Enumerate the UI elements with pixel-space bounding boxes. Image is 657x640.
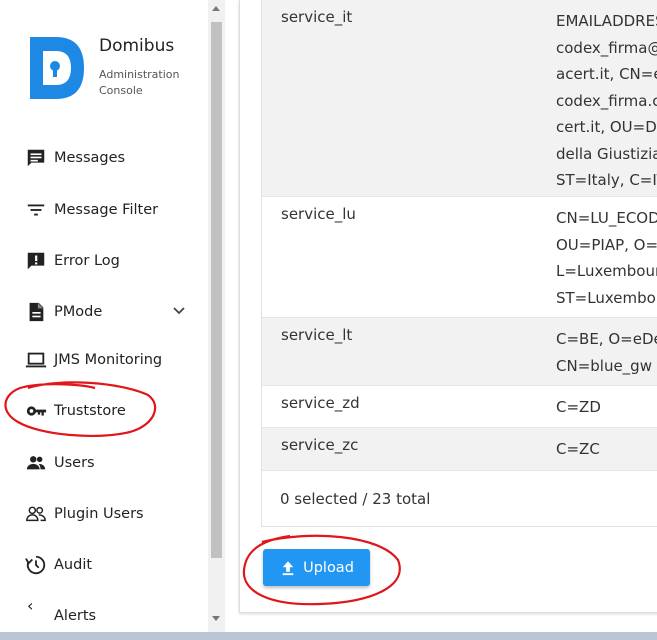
scrollbar-thumb[interactable] [211, 22, 222, 558]
laptop-icon [24, 348, 48, 372]
table-row[interactable]: service_lu CN=LU_ECOD OU=PIAP, O=C L=Lux… [262, 197, 657, 318]
subject-cell: CN=LU_ECOD OU=PIAP, O=C L=Luxembour ST=L… [556, 209, 657, 307]
sidebar-item-alerts[interactable]: Alerts [24, 601, 199, 631]
background-strip [0, 632, 657, 640]
subject-cell: C=ZD [556, 398, 601, 416]
alert-icon [24, 249, 48, 273]
subject-cell: C=BE, O=eDel CN=blue_gw [556, 330, 657, 375]
sidebar-item-error-log[interactable]: Error Log [24, 246, 199, 276]
subject-cell: C=ZC [556, 440, 600, 458]
scroll-down-arrow-icon[interactable] [212, 616, 220, 621]
app-name: Domibus [99, 36, 175, 56]
alias-cell: service_lt [281, 326, 353, 344]
sidebar: Domibus Administration Console Messages … [0, 0, 208, 632]
app-subtitle: Administration Console [99, 68, 180, 97]
sidebar-item-pmode[interactable]: PMode [24, 297, 199, 327]
domibus-logo [30, 37, 84, 99]
alias-cell: service_zd [281, 394, 360, 412]
sidebar-item-users[interactable]: Users [24, 448, 199, 478]
filter-icon [24, 198, 48, 222]
sidebar-item-messages[interactable]: Messages [24, 143, 199, 173]
users-icon [24, 451, 48, 475]
sidebar-item-message-filter[interactable]: Message Filter [24, 195, 199, 225]
sidebar-item-plugin-users[interactable]: Plugin Users [24, 499, 199, 529]
alias-cell: service_zc [281, 436, 359, 454]
upload-button[interactable]: Upload [263, 549, 370, 586]
table-row[interactable]: service_zc C=ZC [262, 428, 657, 471]
table-row[interactable]: service_it EMAILADDRESS codex_firma@ ace… [262, 0, 657, 197]
sidebar-scrollbar[interactable] [208, 0, 225, 632]
subject-cell: EMAILADDRESS codex_firma@ acert.it, CN=e… [556, 12, 657, 189]
alias-cell: service_it [281, 8, 353, 26]
chevron-down-icon[interactable] [172, 304, 186, 322]
sidebar-item-audit[interactable]: Audit [24, 550, 199, 580]
table-row[interactable]: service_lt C=BE, O=eDel CN=blue_gw [262, 318, 657, 386]
scroll-up-arrow-icon[interactable] [212, 6, 220, 11]
alerts-icon [24, 604, 48, 628]
sidebar-item-jms-monitoring[interactable]: JMS Monitoring [24, 345, 199, 375]
table-row[interactable]: service_zd C=ZD [262, 386, 657, 428]
plugin-users-icon [24, 502, 48, 526]
selection-count: 0 selected / 23 total [280, 490, 431, 508]
upload-icon [282, 560, 294, 575]
audit-icon [24, 553, 48, 577]
sidebar-item-truststore[interactable]: Truststore [24, 396, 199, 426]
key-icon [24, 399, 48, 423]
document-icon [24, 300, 48, 324]
truststore-table: service_it EMAILADDRESS codex_firma@ ace… [261, 0, 657, 527]
message-icon [24, 146, 48, 170]
alias-cell: service_lu [281, 205, 356, 223]
